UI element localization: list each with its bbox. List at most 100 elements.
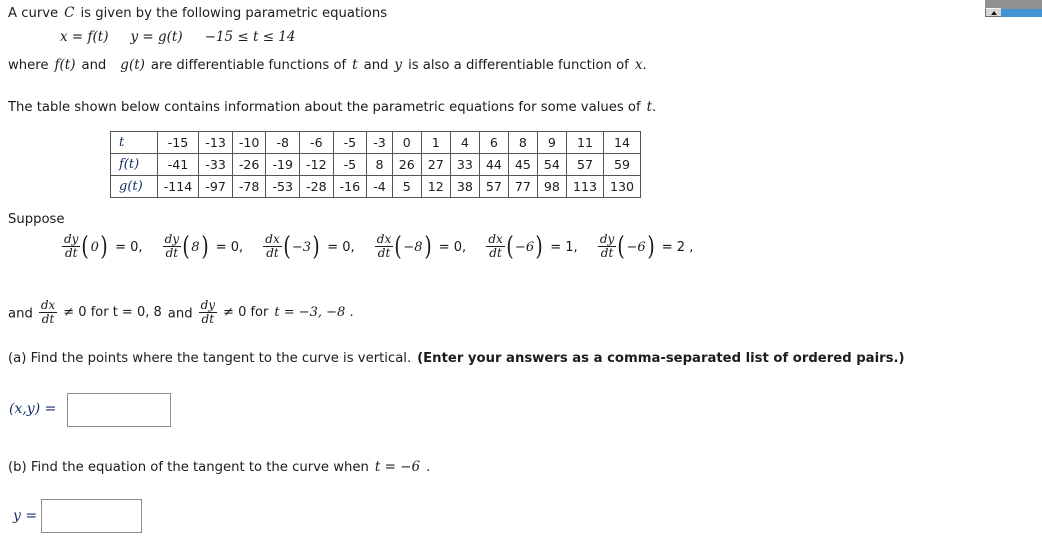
variable-t: t (352, 57, 358, 73)
paren-open-4: ( (394, 232, 402, 263)
table-cell: 9 (536, 131, 567, 154)
variable-y: y (394, 57, 403, 73)
table-cell: -33 (198, 153, 233, 176)
equation-x: x = f(t) (60, 29, 109, 45)
question-b-prompt: (b) Find the equation of the tangent to … (8, 459, 430, 477)
answer-label-xy: (x,y) = (9, 401, 57, 417)
derivative-condition-4: dx dt (−8) = 0, (374, 232, 467, 263)
derivative-value-3: = 0, (327, 239, 355, 255)
table-cell: 33 (449, 153, 480, 176)
table-cell: -26 (231, 153, 267, 176)
paren-open-1: ( (81, 232, 90, 263)
arrow-up-icon (991, 11, 997, 15)
paren-close-3: ) (312, 232, 320, 263)
curve-variable-c: C (64, 5, 75, 21)
derivative-value-4: = 0, (438, 239, 467, 255)
function-ft: f(t) (54, 57, 76, 73)
statement-line-1-part-b: is given by the following parametric equ… (80, 6, 388, 21)
table-cell: -4 (366, 175, 393, 198)
parametric-values-table: t -15 -13 -10 -8 -6 -5 -3 0 1 4 6 8 9 11… (110, 131, 642, 198)
table-cell: 11 (565, 131, 604, 154)
statement-line-3-diff: are differentiable functions of (150, 58, 347, 73)
table-row-gt: g(t) -114 -97 -78 -53 -28 -16 -4 5 12 38… (110, 175, 642, 198)
question-a-text: (a) Find the points where the tangent to… (8, 351, 412, 366)
table-cell: 1 (420, 131, 451, 154)
table-cell: -78 (231, 175, 267, 198)
statement-line-1: A curve Cis given by the following parame… (8, 5, 387, 23)
table-row-t: t -15 -13 -10 -8 -6 -5 -3 0 1 4 6 8 9 11… (110, 131, 642, 154)
parametric-equations-line: x = f(t) y = g(t) −15 ≤ t ≤ 14 (60, 29, 295, 47)
table-cell: -41 (156, 153, 200, 176)
question-a-prompt: (a) Find the points where the tangent to… (8, 351, 904, 368)
table-row-ft: f(t) -41 -33 -26 -19 -12 -5 8 26 27 33 4… (110, 153, 642, 176)
paren-open-2: ( (182, 232, 190, 263)
statement-line-3-where: where (8, 58, 49, 73)
paren-close-2: ) (200, 232, 209, 263)
nonzero-condition-1: ≠ 0 for t = 0, 8 (63, 305, 162, 321)
answer-label-y: y = (13, 508, 38, 524)
table-cell: 8 (507, 131, 538, 154)
derivative-arg-1: 0 (90, 239, 99, 255)
paren-close-4: ) (424, 232, 432, 263)
nonzero-and-1: and (8, 306, 33, 322)
table-row-label-t: t (110, 131, 158, 154)
table-intro-line: The table shown below contains informati… (8, 99, 656, 117)
statement-line-3-also: is also a differentiable function of (408, 58, 629, 73)
table-intro-period: . (652, 100, 657, 115)
table-cell: 59 (602, 153, 642, 176)
nonzero-condition-2: ≠ 0 for (223, 305, 269, 321)
statement-line-3-and: and (81, 58, 107, 73)
table-cell: 44 (478, 153, 509, 176)
answer-input-xy[interactable] (67, 393, 171, 427)
table-cell: -114 (156, 175, 200, 198)
suppose-label: Suppose (8, 212, 65, 227)
nonzero-derivative-line: and dx dt ≠ 0 for t = 0, 8 and dy dt ≠ 0 for t =… (8, 299, 354, 327)
table-cell: 0 (391, 131, 422, 154)
table-cell: -97 (198, 175, 233, 198)
fraction-2: dy dt (162, 232, 182, 260)
question-b-text: (b) Find the equation of the tangent to … (8, 460, 369, 475)
table-cell: 12 (420, 175, 451, 198)
question-b-variable: t = −6 (374, 459, 421, 475)
table-cell: -13 (198, 131, 233, 154)
table-cell: -6 (299, 131, 334, 154)
table-cell: -16 (332, 175, 368, 198)
table-cell: -5 (332, 131, 368, 154)
table-cell: 6 (478, 131, 509, 154)
derivative-arg-4: −8 (403, 239, 423, 255)
nonzero-t-values: t = −3, −8 . (274, 305, 354, 321)
derivative-value-2: = 0, (215, 239, 244, 255)
question-a-instruction: (Enter your answers as a comma-separated… (417, 351, 905, 366)
answer-input-y[interactable] (41, 499, 142, 533)
derivative-arg-2: 8 (191, 239, 200, 255)
table-cell: -12 (299, 153, 334, 176)
statement-line-1-part-a: A curve (8, 6, 59, 21)
paren-close-6: ) (647, 232, 655, 263)
fraction-3: dx dt (263, 232, 282, 260)
table-row-label-ft: f(t) (110, 153, 158, 176)
derivative-condition-5: dx dt (−6) = 1, (486, 233, 578, 261)
derivative-value-6: = 2 , (661, 239, 694, 255)
table-cell: 5 (391, 175, 422, 198)
fraction-1: dy dt (62, 232, 81, 260)
table-cell: 98 (536, 175, 567, 198)
scroll-up-button[interactable] (985, 8, 1001, 17)
derivative-value-5: = 1, (550, 239, 578, 255)
derivative-condition-1: dy dt (0) = 0, (62, 232, 143, 263)
derivative-value-1: = 0, (115, 239, 143, 255)
statement-line-3-period: . (642, 58, 647, 73)
paren-close-1: ) (100, 232, 108, 263)
table-cell: 77 (507, 175, 538, 198)
table-cell: -3 (366, 131, 393, 154)
scrollbar-widget[interactable] (985, 0, 1042, 17)
derivative-arg-6: −6 (626, 239, 646, 255)
table-cell: 113 (565, 175, 604, 198)
table-cell: 14 (602, 131, 642, 154)
problem-page: A curve Cis given by the following parame… (0, 0, 1042, 540)
table-cell: 38 (449, 175, 480, 198)
table-cell: -10 (231, 131, 267, 154)
table-row-label-gt: g(t) (110, 175, 158, 198)
derivative-arg-5: −6 (514, 239, 535, 255)
derivative-condition-6: dy dt (−6) = 2 , (597, 232, 694, 263)
table-intro-text: The table shown below contains informati… (8, 100, 641, 115)
